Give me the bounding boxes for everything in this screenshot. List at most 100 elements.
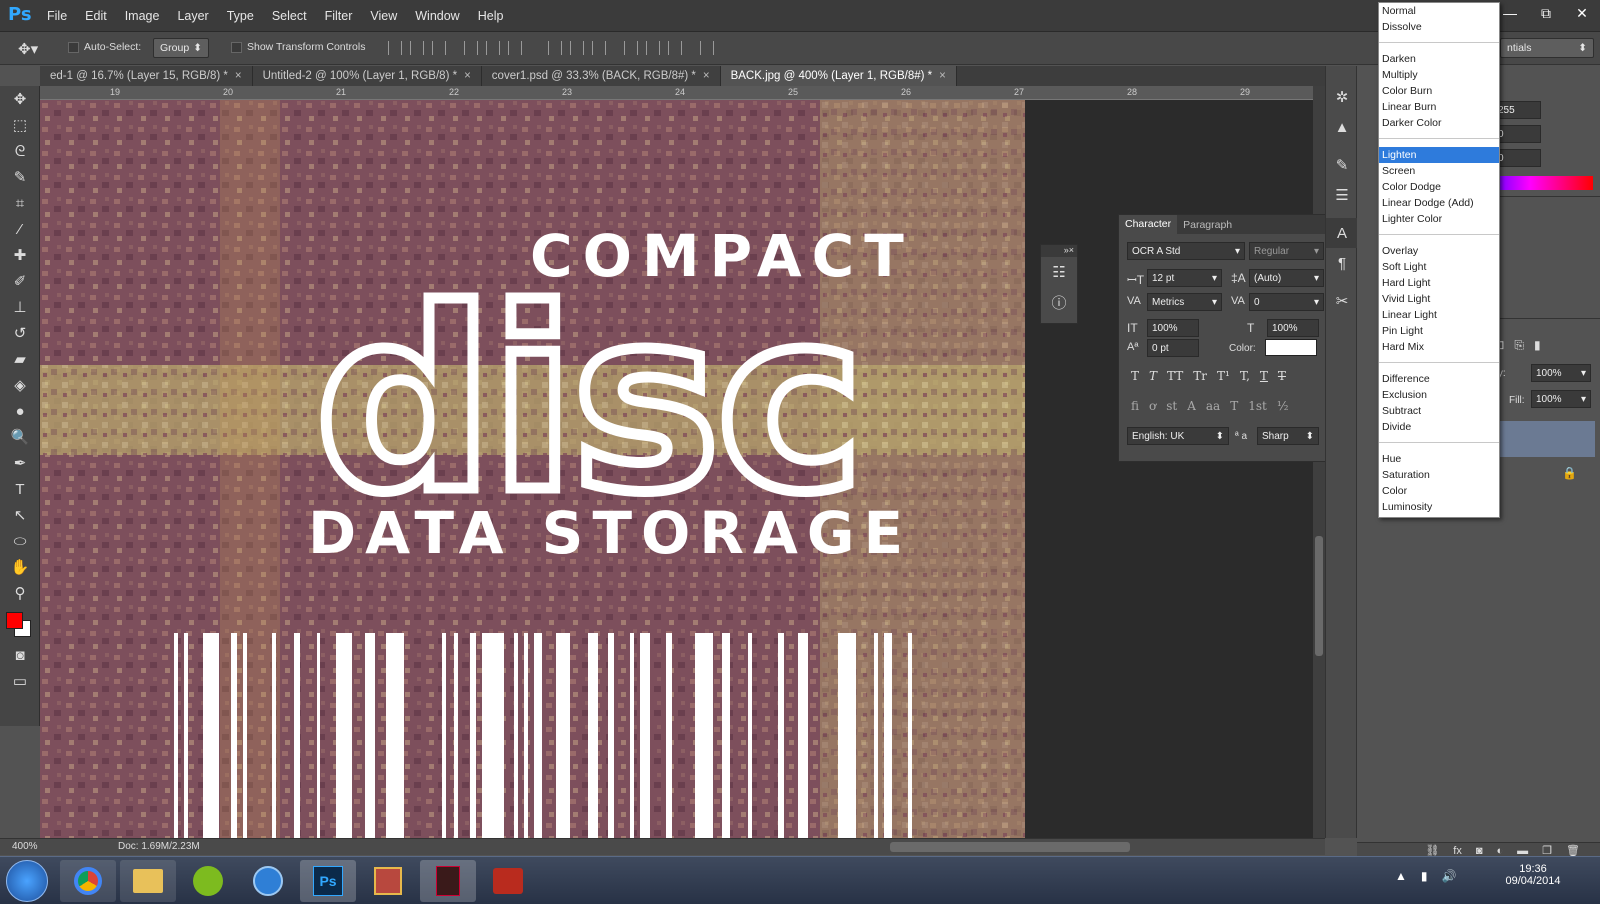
fill-field[interactable]: 100% ▾: [1531, 390, 1591, 408]
faux-italic-button[interactable]: T: [1149, 369, 1157, 383]
blend-mode-item[interactable]: Color: [1379, 483, 1499, 499]
auto-select-checkbox[interactable]: [68, 41, 79, 53]
zoom-tool-icon[interactable]: ⚲: [0, 580, 40, 606]
start-button[interactable]: [6, 860, 48, 902]
swash-button[interactable]: A: [1187, 399, 1196, 413]
layer-mask-icon[interactable]: ◙: [1476, 845, 1483, 857]
photoshop-taskbar-icon[interactable]: Ps: [300, 860, 356, 902]
close-icon[interactable]: ×: [703, 70, 710, 82]
blend-mode-item[interactable]: Darken: [1379, 51, 1499, 67]
move-tool-icon[interactable]: ✥: [0, 86, 40, 112]
lasso-tool-icon[interactable]: ᘓ: [0, 138, 40, 164]
restore-button[interactable]: ⧉: [1528, 0, 1564, 26]
foreground-color-swatch[interactable]: [6, 612, 23, 629]
blend-mode-item[interactable]: Overlay: [1379, 243, 1499, 259]
pen-tool-icon[interactable]: ✒: [0, 450, 40, 476]
small-caps-button[interactable]: Tr: [1193, 369, 1207, 383]
paint-bucket-icon[interactable]: ◈: [0, 372, 40, 398]
blend-mode-item-selected[interactable]: Lighten: [1379, 147, 1499, 163]
vertical-scale-field[interactable]: 100%: [1147, 319, 1199, 337]
brush-tool-icon[interactable]: ✐: [0, 268, 40, 294]
language-select[interactable]: English: UK ⬍: [1127, 427, 1229, 445]
auto-select-dropdown[interactable]: Group ⬍: [153, 38, 209, 58]
zoom-level[interactable]: 400%: [12, 841, 38, 852]
strikethrough-button[interactable]: T: [1278, 369, 1286, 383]
blur-tool-icon[interactable]: ●: [0, 398, 40, 424]
filezilla-icon[interactable]: [480, 860, 536, 902]
blend-mode-item[interactable]: Color Dodge: [1379, 179, 1499, 195]
itunes-icon[interactable]: [240, 860, 296, 902]
lock-artboard-icon[interactable]: ⎘: [1514, 338, 1524, 353]
distribute-right-icon[interactable]: [668, 41, 682, 55]
info-icon[interactable]: ⓘ: [1041, 287, 1077, 317]
adjustment-layer-icon[interactable]: ◐: [1497, 845, 1504, 857]
faux-bold-button[interactable]: T: [1131, 369, 1139, 383]
show-transform-option[interactable]: Show Transform Controls: [231, 41, 365, 53]
blend-mode-item[interactable]: Darker Color: [1379, 115, 1499, 131]
blend-mode-item[interactable]: Exclusion: [1379, 387, 1499, 403]
media-app-icon[interactable]: [420, 860, 476, 902]
blend-mode-item[interactable]: Dissolve: [1379, 19, 1499, 35]
stamp-tool-icon[interactable]: ⊥: [0, 294, 40, 320]
vertical-scrollbar[interactable]: [1313, 86, 1325, 838]
align-right-icon[interactable]: [508, 41, 522, 55]
histogram-icon[interactable]: ▲: [1326, 112, 1358, 142]
old-style-button[interactable]: ơ: [1149, 399, 1156, 413]
tool-presets-icon[interactable]: ✂: [1326, 286, 1358, 316]
text-color-swatch[interactable]: [1265, 339, 1317, 356]
workspace-dropdown[interactable]: ntials ⬍: [1500, 38, 1594, 58]
blend-mode-item[interactable]: Hard Light: [1379, 275, 1499, 291]
blend-mode-item[interactable]: Color Burn: [1379, 83, 1499, 99]
menu-layer[interactable]: Layer: [177, 9, 208, 23]
blend-mode-item[interactable]: Screen: [1379, 163, 1499, 179]
leading-field[interactable]: (Auto) ▾: [1249, 269, 1324, 287]
auto-select-option[interactable]: Auto-Select:: [68, 41, 141, 53]
superscript-button[interactable]: T¹: [1217, 369, 1230, 383]
color-r-field[interactable]: 255: [1493, 101, 1541, 119]
font-style-select[interactable]: Regular ▾: [1249, 242, 1324, 260]
tab-character[interactable]: Character: [1119, 215, 1178, 234]
blend-mode-item[interactable]: Divide: [1379, 419, 1499, 435]
font-size-field[interactable]: 12 pt ▾: [1147, 269, 1222, 287]
menu-view[interactable]: View: [370, 9, 397, 23]
blend-mode-item[interactable]: Soft Light: [1379, 259, 1499, 275]
chrome-icon[interactable]: [60, 860, 116, 902]
paragraph-panel-icon[interactable]: ¶: [1326, 248, 1358, 278]
menu-edit[interactable]: Edit: [85, 9, 107, 23]
horizontal-scroll-thumb[interactable]: [890, 842, 1130, 852]
screen-mode-icon[interactable]: ▭: [0, 668, 40, 694]
distribute-hcenter-icon[interactable]: [646, 41, 660, 55]
dodge-tool-icon[interactable]: 🔍: [0, 424, 40, 450]
menu-window[interactable]: Window: [415, 9, 459, 23]
titling-alternates-button[interactable]: T: [1230, 399, 1238, 413]
align-hcenter-icon[interactable]: [486, 41, 500, 55]
subscript-button[interactable]: T,: [1240, 369, 1250, 383]
fractions-button[interactable]: ½: [1277, 399, 1289, 413]
eraser-tool-icon[interactable]: ▰: [0, 346, 40, 372]
menu-type[interactable]: Type: [227, 9, 254, 23]
ordinals-button[interactable]: 1st: [1248, 399, 1267, 413]
quick-select-icon[interactable]: ✎: [0, 164, 40, 190]
ellipse-tool-icon[interactable]: ⬭: [0, 528, 40, 554]
tab-paragraph[interactable]: Paragraph: [1177, 219, 1238, 231]
layer-style-icon[interactable]: fx: [1453, 845, 1462, 857]
collapse-icon[interactable]: »×: [1041, 245, 1077, 257]
horizontal-scale-field[interactable]: 100%: [1267, 319, 1319, 337]
blend-mode-item[interactable]: Hue: [1379, 451, 1499, 467]
distribute-top-icon[interactable]: [548, 41, 562, 55]
tracking-field[interactable]: 0 ▾: [1249, 293, 1324, 311]
color-b-field[interactable]: 0: [1493, 149, 1541, 167]
blend-mode-item[interactable]: Vivid Light: [1379, 291, 1499, 307]
blend-mode-item[interactable]: Subtract: [1379, 403, 1499, 419]
close-icon[interactable]: ×: [235, 70, 242, 82]
align-bottom-icon[interactable]: [432, 41, 446, 55]
discretionary-ligatures-button[interactable]: st: [1166, 399, 1177, 413]
align-left-icon[interactable]: [464, 41, 478, 55]
blend-mode-item[interactable]: Linear Burn: [1379, 99, 1499, 115]
crop-tool-icon[interactable]: ⌗: [0, 190, 40, 216]
eyedropper-icon[interactable]: ⁄: [0, 216, 40, 242]
navigator-icon[interactable]: ✲: [1326, 82, 1358, 112]
doc-tab[interactable]: Untitled-2 @ 100% (Layer 1, RGB/8) * ×: [252, 66, 482, 86]
doc-tab[interactable]: cover1.psd @ 33.3% (BACK, RGB/8#) * ×: [481, 66, 721, 86]
blend-mode-item[interactable]: Multiply: [1379, 67, 1499, 83]
